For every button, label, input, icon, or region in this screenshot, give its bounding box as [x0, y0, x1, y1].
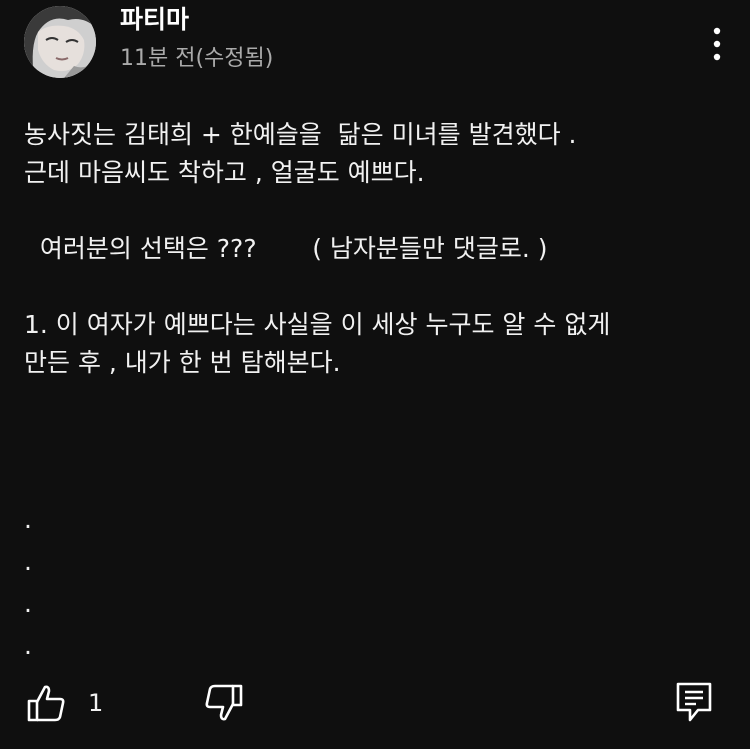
- avatar[interactable]: [24, 6, 96, 78]
- comment-action-bar: 1: [0, 680, 750, 728]
- thumbs-down-icon: [205, 684, 243, 721]
- comment-timestamp: 11분 전(수정됨): [120, 46, 274, 71]
- comment-line: 농사짓는 김태희 + 한예슬을 닮은 미녀를 발견했다 .: [24, 120, 577, 149]
- dislike-button[interactable]: [202, 682, 246, 726]
- like-button[interactable]: [26, 682, 70, 726]
- comment-line: [24, 268, 736, 306]
- comment-line: 만든 후 , 내가 한 번 탐해본다.: [24, 348, 341, 377]
- reply-button[interactable]: [674, 680, 718, 726]
- more-options-button[interactable]: [700, 22, 734, 66]
- comment-reply-icon: [676, 682, 712, 722]
- comment-dot: .: [24, 547, 32, 576]
- comment-dot: .: [24, 631, 32, 660]
- comment-dot: .: [24, 589, 32, 618]
- comment-line: 근데 마음씨도 착하고 , 얼굴도 예쁘다.: [24, 158, 425, 187]
- comment-text: 농사짓는 김태희 + 한예슬을 닮은 미녀를 발견했다 . 근데 마음씨도 착하…: [24, 116, 736, 382]
- comment-line: [24, 192, 736, 230]
- comment-author[interactable]: 파티마: [120, 4, 189, 36]
- avatar-image: [24, 6, 96, 78]
- like-count: 1: [88, 689, 104, 717]
- comment-line: 1. 이 여자가 예쁘다는 사실을 이 세상 누구도 알 수 없게: [24, 310, 611, 339]
- comment-line: 여러분의 선택은 ??? ( 남자분들만 댓글로. ): [24, 234, 548, 263]
- thumbs-up-icon: [27, 685, 65, 722]
- more-vertical-icon: [713, 27, 721, 61]
- comment-dot: .: [24, 505, 32, 534]
